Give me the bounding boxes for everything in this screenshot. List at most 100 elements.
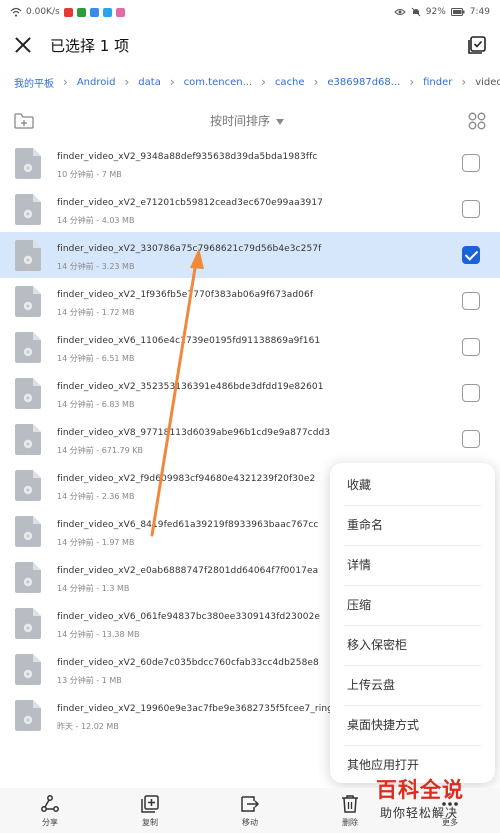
file-select-checkbox[interactable]	[462, 154, 480, 172]
file-meta: 14 分钟前 - 2.36 MB	[57, 492, 135, 501]
watermark-sub-text: 助你轻松解决	[380, 806, 459, 820]
file-row[interactable]: finder_video_xV8_97718113d6039abe96b1cd9…	[0, 416, 500, 462]
chevron-right-icon: ›	[169, 75, 175, 89]
copy-button[interactable]: 复制	[100, 788, 200, 833]
close-selection-button[interactable]	[12, 34, 34, 56]
more-options-menu: 收藏 重命名 详情 压缩 移入保密柜 上传云盘 桌面快捷方式 其他应用打开	[330, 463, 495, 783]
breadcrumb-item[interactable]: cache	[275, 77, 305, 88]
app-notification-icon	[102, 7, 112, 17]
battery-icon	[450, 8, 465, 16]
file-meta: 14 分钟前 - 1.72 MB	[57, 308, 135, 317]
file-select-checkbox[interactable]	[462, 292, 480, 310]
file-meta: 14 分钟前 - 3.23 MB	[57, 262, 135, 271]
video-file-icon	[15, 332, 41, 363]
menu-item[interactable]: 重命名	[330, 505, 495, 545]
breadcrumb-item[interactable]: finder	[423, 77, 452, 88]
file-meta: 14 分钟前 - 6.83 MB	[57, 400, 135, 409]
file-name: finder_video_xV6_061fe94837bc380ee330914…	[57, 612, 321, 622]
breadcrumb-item[interactable]: com.tencen...	[184, 77, 252, 88]
chevron-right-icon: ›	[124, 75, 130, 89]
file-meta: 14 分钟前 - 1.97 MB	[57, 538, 135, 547]
mute-bell-icon	[411, 7, 421, 17]
video-file-icon	[15, 194, 41, 225]
status-left: 0.00K/s	[10, 7, 125, 17]
grid-view-icon[interactable]	[468, 112, 486, 130]
chevron-right-icon: ›	[313, 75, 319, 89]
select-all-icon[interactable]	[466, 34, 488, 56]
app-notification-icon	[115, 7, 125, 17]
file-row[interactable]: finder_video_xV2_9348a88def935638d39da5b…	[0, 140, 500, 186]
eye-icon	[394, 9, 406, 15]
video-file-icon	[15, 700, 41, 731]
app-notification-icon	[63, 7, 73, 17]
file-name: finder_video_xV2_330786a75c7968621c79d56…	[57, 244, 322, 254]
video-file-icon	[15, 240, 41, 271]
watermark-logo: 百科全说 助你轻松解决	[368, 772, 488, 828]
share-button[interactable]: 分享	[0, 788, 100, 833]
file-select-checkbox[interactable]	[462, 246, 480, 264]
video-file-icon	[15, 654, 41, 685]
file-row[interactable]: finder_video_xV2_1f936fb5e7770f383ab06a9…	[0, 278, 500, 324]
file-name: finder_video_xV2_60de7c035bdcc760cfab33c…	[57, 658, 319, 668]
breadcrumb-item[interactable]: Android	[77, 77, 116, 88]
move-label: 移动	[242, 818, 258, 827]
file-name: finder_video_xV8_97718113d6039abe96b1cd9…	[57, 428, 331, 438]
menu-item[interactable]: 上传云盘	[330, 665, 495, 705]
menu-item[interactable]: 桌面快捷方式	[330, 705, 495, 745]
video-file-icon	[15, 516, 41, 547]
file-name: finder_video_xV2_352353136391e486bde3dfd…	[57, 382, 324, 392]
sort-label: 按时间排序	[210, 114, 271, 128]
share-icon	[41, 795, 59, 812]
copy-icon	[141, 795, 159, 813]
menu-item[interactable]: 压缩	[330, 585, 495, 625]
copy-label: 复制	[142, 818, 158, 827]
file-row[interactable]: finder_video_xV6_1106e4c1739e0195fd91138…	[0, 324, 500, 370]
file-row[interactable]: finder_video_xV2_352353136391e486bde3dfd…	[0, 370, 500, 416]
file-meta: 13 分钟前 - 1 MB	[57, 676, 122, 685]
network-speed: 0.00K/s	[26, 7, 60, 17]
menu-item[interactable]: 详情	[330, 545, 495, 585]
file-name: finder_video_xV2_1f936fb5e7770f383ab06a9…	[57, 290, 314, 300]
file-select-checkbox[interactable]	[462, 338, 480, 356]
video-file-icon	[15, 608, 41, 639]
video-file-icon	[15, 148, 41, 179]
share-label: 分享	[42, 818, 58, 827]
file-row[interactable]: finder_video_xV2_e71201cb59812cead3ec670…	[0, 186, 500, 232]
menu-item[interactable]: 移入保密柜	[330, 625, 495, 665]
move-icon	[241, 796, 260, 812]
file-name: finder_video_xV6_1106e4c1739e0195fd91138…	[57, 336, 321, 346]
file-meta: 昨天 - 12.02 MB	[57, 722, 119, 731]
new-folder-icon[interactable]	[14, 113, 34, 129]
menu-item[interactable]: 收藏	[330, 465, 495, 505]
breadcrumb-item[interactable]: video	[475, 77, 500, 88]
file-select-checkbox[interactable]	[462, 200, 480, 218]
file-meta: 14 分钟前 - 671.79 KB	[57, 446, 143, 455]
breadcrumb-item[interactable]: e386987d68...	[327, 77, 400, 88]
selection-header: 已选择 1 项	[0, 26, 500, 64]
selection-count-title: 已选择 1 项	[50, 36, 130, 55]
status-right: 92% 7:49	[394, 7, 490, 17]
file-meta: 14 分钟前 - 1.3 MB	[57, 584, 130, 593]
delete-icon	[342, 795, 358, 813]
move-button[interactable]: 移动	[200, 788, 300, 833]
file-select-checkbox[interactable]	[462, 430, 480, 448]
video-file-icon	[15, 562, 41, 593]
file-name: finder_video_xV2_19960e9e3ac7fbe9e368273…	[57, 704, 333, 714]
file-meta: 10 分钟前 - 7 MB	[57, 170, 122, 179]
file-select-checkbox[interactable]	[462, 384, 480, 402]
sort-by-time-button[interactable]: 按时间排序	[210, 112, 285, 129]
app-notification-icon	[76, 7, 86, 17]
breadcrumb-item[interactable]: data	[138, 77, 161, 88]
video-file-icon	[15, 286, 41, 317]
status-bar: 0.00K/s 92% 7:49	[0, 0, 500, 24]
file-name: finder_video_xV2_9348a88def935638d39da5b…	[57, 152, 318, 162]
file-row[interactable]: finder_video_xV2_330786a75c7968621c79d56…	[0, 232, 500, 278]
chevron-right-icon: ›	[261, 75, 266, 89]
breadcrumb-item[interactable]: 我的平板	[14, 75, 54, 90]
file-name: finder_video_xV6_8419fed61a39219f8933963…	[57, 520, 319, 530]
file-name: finder_video_xV2_e71201cb59812cead3ec670…	[57, 198, 324, 208]
video-file-icon	[15, 424, 41, 455]
chevron-right-icon: ›	[63, 75, 68, 89]
app-notification-icon	[89, 7, 99, 17]
file-name: finder_video_xV2_f9d609983cf94680e432123…	[57, 474, 316, 484]
